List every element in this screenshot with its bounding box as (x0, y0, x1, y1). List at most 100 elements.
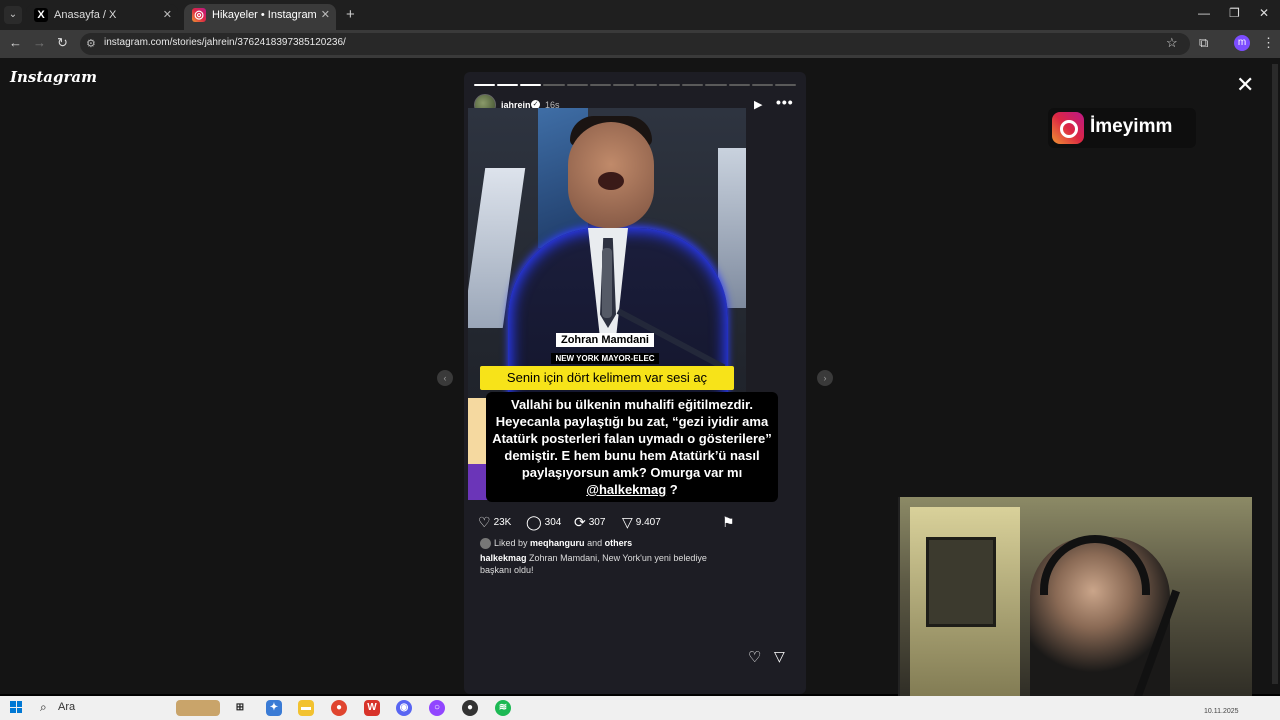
new-tab-button[interactable]: + (346, 6, 355, 23)
progress-segment (728, 84, 750, 86)
progress-segment (474, 84, 496, 86)
instagram-logo[interactable]: Instagram (10, 68, 97, 86)
reload-icon[interactable]: ↻ (57, 35, 68, 51)
story-text-end: ? (669, 482, 678, 497)
windows-start-icon[interactable] (10, 701, 22, 713)
story-actions: ♡ 23K ◯ 304 ⟳ 307 ▽ 9.407 ⚑ (478, 512, 792, 532)
liked-by-and: and (587, 538, 603, 548)
more-options-icon[interactable]: ••• (776, 94, 794, 110)
repost-icon: ⟳ (574, 514, 586, 530)
play-icon[interactable]: ▶ (754, 98, 762, 111)
tab-close-icon[interactable]: ✕ (163, 4, 172, 26)
progress-segment (659, 84, 681, 86)
repost-button[interactable]: ⟳ 307 (574, 514, 605, 531)
share-button[interactable]: ▽ 9.407 (622, 514, 661, 531)
progress-segment (751, 84, 773, 86)
post-caption: halkekmag Zohran Mamdani, New York'un ye… (480, 552, 710, 576)
window-close-icon[interactable]: ✕ (1259, 6, 1269, 20)
tab-instagram-stories[interactable]: ◎ Hikayeler • Instagram ✕ (184, 4, 336, 30)
reply-heart-icon[interactable]: ♡ (748, 648, 761, 666)
streamer-handle: İmeyimm (1090, 116, 1173, 137)
reply-send-icon[interactable]: ▽ (774, 648, 785, 665)
address-bar[interactable]: ⚙ instagram.com/stories/jahrein/37624183… (80, 33, 1190, 55)
caption-username[interactable]: halkekmag (480, 553, 527, 563)
progress-segment (566, 84, 588, 86)
progress-segment (682, 84, 704, 86)
liked-by-prefix: Liked by (494, 538, 528, 548)
forward-icon[interactable]: → (33, 35, 46, 50)
app-icon[interactable]: ● (462, 700, 478, 716)
mention-link[interactable]: @halkekmag (586, 482, 666, 497)
url-text: instagram.com/stories/jahrein/3762418397… (104, 37, 346, 48)
task-view-icon[interactable]: ⊞ (232, 700, 248, 716)
close-stories-icon[interactable]: ✕ (1236, 72, 1254, 98)
spotify-icon[interactable]: ≋ (495, 700, 511, 716)
instagram-icon (1052, 112, 1084, 144)
x-logo-icon: X (34, 8, 48, 23)
comment-icon: ◯ (526, 514, 542, 530)
instagram-icon: ◎ (192, 8, 206, 23)
nameplate-title: NEW YORK MAYOR-ELEC (551, 353, 659, 364)
profile-avatar[interactable]: m (1234, 35, 1250, 51)
progress-segment (497, 84, 519, 86)
repost-count: 307 (588, 517, 606, 528)
yellow-caption: Senin için dört kelimem var sesi aç (480, 366, 734, 390)
streamer-handle-badge: İmeyimm (1048, 108, 1196, 148)
liker-avatar (480, 538, 491, 550)
send-icon: ▽ (622, 514, 633, 530)
progress-segment (635, 84, 658, 86)
like-button[interactable]: ♡ 23K (478, 514, 511, 531)
chrome-icon[interactable]: ● (331, 700, 347, 716)
liked-by-line: Liked by meqhanguru and others (480, 538, 633, 550)
navigation-bar: ← → ↻ ⚙ instagram.com/stories/jahrein/37… (0, 30, 1280, 58)
obs-icon[interactable]: ○ (429, 700, 445, 716)
bookmark-star-icon[interactable]: ☆ (1166, 35, 1178, 51)
restore-icon[interactable]: ❐ (1229, 6, 1240, 20)
lower-third-nameplate: Zohran Mamdani NEW YORK MAYOR-ELEC (544, 330, 666, 366)
windows-taskbar: ⌕ Ara ⊞ ✦ ▬ ● W ◉ ○ ● ≋ 10.11.2025 (0, 696, 1280, 720)
tab-title: Anasayfa / X (54, 9, 117, 21)
copilot-icon[interactable]: ✦ (266, 700, 282, 716)
wps-office-icon[interactable]: W (364, 700, 380, 716)
discord-icon[interactable]: ◉ (396, 700, 412, 716)
tab-search-button[interactable]: ⌄ (4, 6, 22, 24)
weather-widget-icon[interactable] (176, 700, 220, 716)
extensions-icon[interactable]: ⧉ (1199, 35, 1208, 51)
taskbar-search[interactable]: Ara (58, 701, 75, 713)
like-count: 23K (493, 517, 512, 528)
share-count: 9.407 (635, 517, 661, 528)
progress-segment (589, 84, 611, 86)
tab-close-icon[interactable]: ✕ (321, 4, 330, 26)
bookmark-icon[interactable]: ⚑ (722, 514, 735, 531)
story-progress-bar (474, 84, 796, 86)
progress-segment (774, 84, 796, 86)
taskbar-date: 10.11.2025 (1204, 708, 1239, 715)
story-text: Vallahi bu ülkenin muhalifi eğitilmezdir… (492, 397, 772, 480)
progress-segment (520, 84, 542, 86)
back-icon[interactable]: ← (9, 35, 22, 50)
scrollbar[interactable] (1272, 64, 1278, 684)
progress-segment (543, 84, 565, 86)
file-explorer-icon[interactable]: ▬ (298, 700, 314, 716)
search-icon[interactable]: ⌕ (40, 700, 47, 715)
nameplate-name: Zohran Mamdani (555, 333, 654, 347)
heart-icon: ♡ (478, 514, 491, 530)
next-story-icon[interactable]: › (817, 370, 833, 386)
story-viewer[interactable]: jahrein ✓ 16s ▶ ••• Zohran Mamdani NEW Y… (464, 72, 806, 694)
webcam-overlay (898, 497, 1252, 711)
minimize-icon[interactable]: — (1198, 6, 1210, 20)
tab-x-home[interactable]: X Anasayfa / X ✕ (26, 4, 178, 30)
site-settings-icon[interactable]: ⚙ (86, 37, 96, 50)
progress-segment (612, 84, 634, 86)
previous-story-icon[interactable]: ‹ (437, 370, 453, 386)
story-text-overlay: Vallahi bu ülkenin muhalifi eğitilmezdir… (486, 392, 778, 502)
tab-bar: ⌄ X Anasayfa / X ✕ ◎ Hikayeler • Instagram… (0, 0, 1280, 30)
browser-menu-icon[interactable]: ⋮ (1262, 35, 1275, 51)
flag-image (718, 148, 746, 308)
comment-button[interactable]: ◯ 304 (526, 514, 561, 531)
tab-title: Hikayeler • Instagram (212, 9, 317, 21)
liked-by-others[interactable]: others (605, 538, 633, 548)
liker-username[interactable]: meqhanguru (530, 538, 585, 548)
progress-segment (705, 84, 727, 86)
comment-count: 304 (544, 517, 562, 528)
